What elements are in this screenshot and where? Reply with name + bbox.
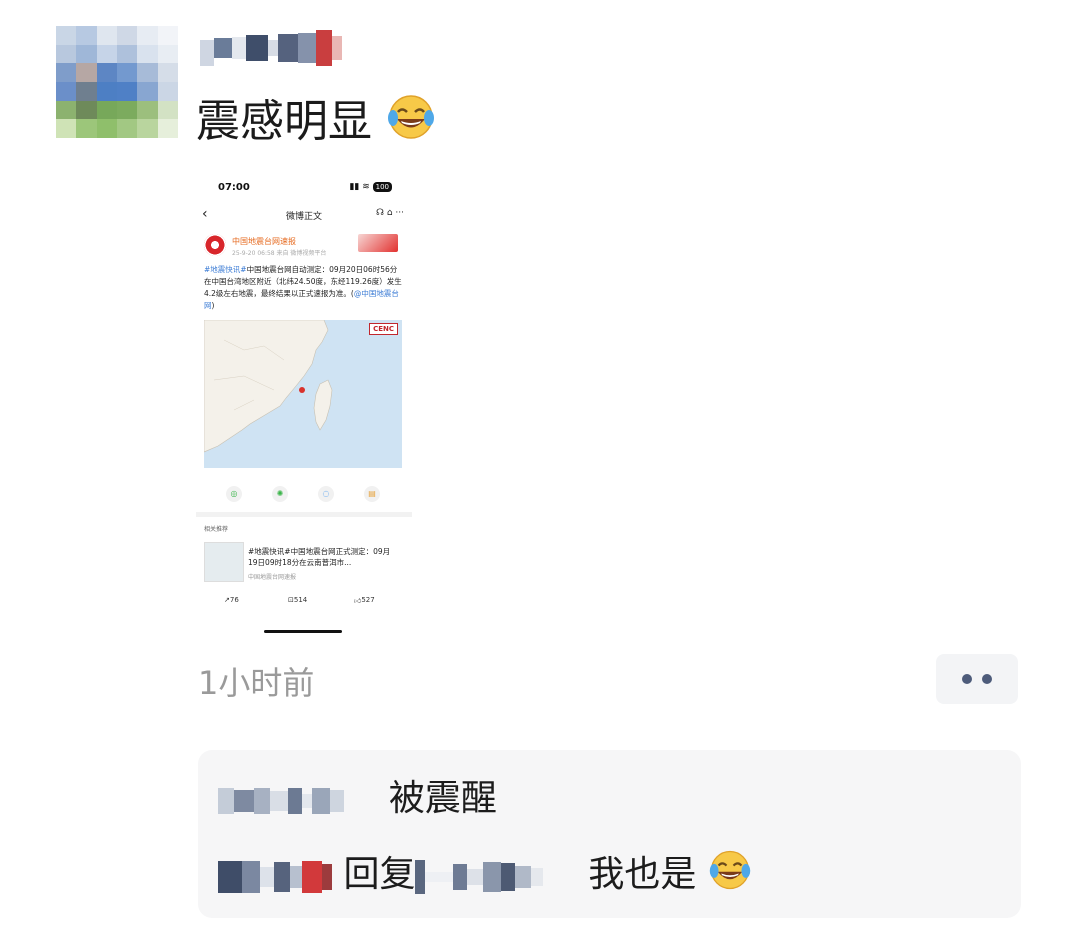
related-text: #地震快讯#中国地震台网正式测定：09月19日09时18分在云南普洱市... — [248, 547, 391, 567]
tears-of-joy-emoji — [388, 95, 434, 139]
more-dot-icon — [962, 674, 972, 684]
obscured-reply-target — [415, 851, 544, 901]
share-bar: ◎ ✺ ◌ ▤ — [196, 484, 412, 506]
save-icon[interactable]: ▤ — [364, 486, 380, 502]
avatar[interactable] — [56, 26, 178, 138]
home-indicator — [264, 630, 342, 633]
comment-item[interactable]: 回复 我也是 — [218, 848, 752, 898]
comment-count: 514 — [293, 596, 308, 604]
cenc-logo-icon — [204, 234, 226, 256]
post-text: 震感明显 — [196, 92, 436, 152]
reply-word: 回复 — [343, 854, 416, 895]
qq-icon[interactable]: ◌ — [318, 486, 334, 502]
wechat-icon[interactable]: ◎ — [226, 486, 242, 502]
account-name: 中国地震台网速报 — [232, 237, 296, 246]
nav-icons: ☊ ⌂ ··· — [375, 208, 404, 218]
status-bar: 07:00 ▮▮ ≋ 100 — [196, 180, 412, 196]
like-action[interactable]: 👍︎ 527 — [354, 596, 375, 605]
comment-text: 我也是 — [588, 854, 697, 895]
map-land — [204, 320, 333, 453]
author-name[interactable] — [200, 30, 342, 80]
more-dot-icon — [982, 674, 992, 684]
status-time: 07:00 — [218, 182, 250, 193]
post-text-content: 震感明显 — [196, 96, 372, 147]
weibo-body: #地震快讯#中国地震台网自动测定：09月20日06时56分在中国台湾地区附近（北… — [204, 264, 404, 312]
section-divider — [196, 512, 412, 517]
moments-icon[interactable]: ✺ — [272, 486, 288, 502]
post-timestamp: 1小时前 — [198, 664, 315, 702]
battery-icon: 100 — [372, 182, 392, 192]
comment-section: 被震醒 回复 我也是 — [198, 750, 1021, 918]
account-meta: 25-9-20 06:58 来自 微博视频平台 — [232, 250, 327, 257]
obscured-name — [200, 30, 342, 66]
map-logo: CENC — [369, 323, 398, 335]
related-source: 中国地震台网速报 — [248, 574, 297, 581]
obscured-commenter — [218, 851, 332, 901]
repost-action[interactable]: ↗ 76 — [224, 596, 239, 604]
like-count: 527 — [361, 596, 375, 604]
obscured-commenter — [218, 775, 344, 825]
earthquake-map: CENC — [204, 320, 402, 468]
hashtag: #地震快讯# — [204, 265, 247, 274]
comment-text: 被震醒 — [388, 778, 497, 819]
more-options-button[interactable] — [936, 654, 1018, 704]
account-banner — [358, 234, 398, 252]
body-end: ) — [211, 301, 215, 310]
nav-bar: ‹ 微博正文 ☊ ⌂ ··· — [196, 206, 412, 226]
status-icons: ▮▮ ≋ 100 — [349, 182, 392, 192]
repost-count: 76 — [229, 596, 239, 604]
action-bar: ↗ 76 ⊡ 514 👍︎ 527 — [196, 596, 412, 610]
comment-item[interactable]: 被震醒 — [218, 774, 497, 824]
attached-screenshot[interactable]: 07:00 ▮▮ ≋ 100 ‹ 微博正文 ☊ ⌂ ··· 中国地震台网速报 2… — [196, 176, 412, 644]
comment-action[interactable]: ⊡ 514 — [288, 596, 307, 604]
related-label: 相关推荐 — [204, 526, 229, 533]
account-header: 中国地震台网速报 25-9-20 06:58 来自 微博视频平台 — [204, 234, 408, 264]
tears-of-joy-emoji — [709, 850, 751, 890]
related-thumbnail — [204, 542, 244, 582]
